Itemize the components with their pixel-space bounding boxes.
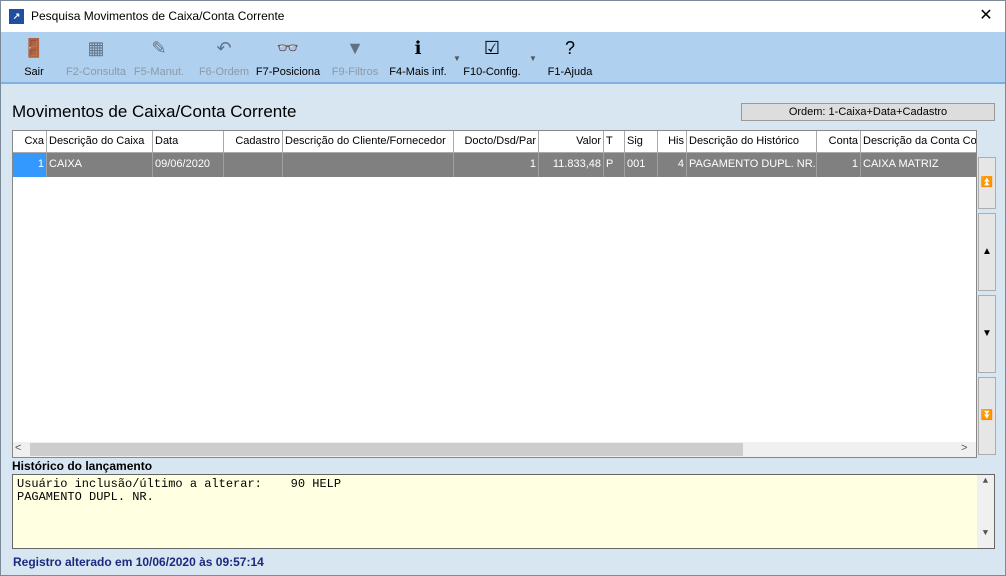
table-row[interactable]: 1 CAIXA 09/06/2020 1 11.833,48 P 001 4 PAGAMENTO… <box>13 153 976 177</box>
table-cell: 001 <box>625 153 658 177</box>
toolbar-button-f4-mais-inf-[interactable]: ℹ F4-Mais inf. <box>385 34 451 82</box>
search-grid-icon: ▦ <box>87 38 105 58</box>
next-page-button[interactable]: ▼ <box>978 295 996 373</box>
column-header[interactable]: Conta <box>817 131 861 152</box>
memo-scrollbar[interactable]: ▲ ▼ <box>977 475 994 548</box>
help-icon: ? <box>564 38 575 58</box>
title-bar: ↗ Pesquisa Movimentos de Caixa/Conta Cor… <box>1 1 1005 32</box>
column-header[interactable]: Descrição do Histórico <box>687 131 817 152</box>
column-header[interactable]: Docto/Dsd/Par <box>454 131 539 152</box>
toolbar-button-f9-filtros[interactable]: ▼ F9-Filtros <box>327 34 383 82</box>
column-header[interactable]: T <box>604 131 625 152</box>
table-cell <box>283 153 454 177</box>
table-cell: 1 <box>817 153 861 177</box>
table-cell: 1 <box>454 153 539 177</box>
binoculars-icon: 👓 <box>276 38 300 58</box>
column-header[interactable]: Descrição do Caixa <box>47 131 153 152</box>
dropdown-arrow-icon[interactable]: ▼ <box>453 54 461 63</box>
info-icon: ℹ <box>414 38 422 58</box>
toolbar-button-f10-config-[interactable]: ☑ F10-Config. <box>459 34 525 82</box>
toolbar-button-label: F5-Manut. <box>133 66 185 78</box>
exit-door-icon: 🚪 <box>22 38 46 58</box>
first-record-button[interactable]: ⏫ <box>978 157 996 209</box>
previous-page-button[interactable]: ▲ <box>978 213 996 291</box>
toolbar-button-f6-ordem[interactable]: ↶ F6-Ordem <box>195 34 253 82</box>
scroll-right-icon[interactable]: > <box>961 442 967 454</box>
movements-grid[interactable]: Cxa Descrição do Caixa Data Cadastro Descriç… <box>12 130 977 458</box>
order-indicator[interactable]: Ordem: 1-Caixa+Data+Cadastro <box>741 103 995 121</box>
table-cell: 4 <box>658 153 687 177</box>
history-label: Histórico do lançamento <box>12 459 153 473</box>
toolbar-button-label: F2-Consulta <box>66 66 126 78</box>
app-icon: ↗ <box>9 9 24 24</box>
status-text: Registro alterado em 10/06/2020 às 09:57… <box>13 555 264 569</box>
table-cell: PAGAMENTO DUPL. NR. <box>687 153 817 177</box>
checklist-icon: ☑ <box>483 38 501 58</box>
history-text: Usuário inclusão/último a alterar: 90 HE… <box>17 477 342 504</box>
toolbar: 🚪 Sair ▦ F2-Consulta ✎ F5-Manut. ↶ F6-Ordem 👓 F7-… <box>1 32 1005 84</box>
column-header[interactable]: His <box>658 131 687 152</box>
table-cell: P <box>604 153 625 177</box>
scroll-thumb[interactable] <box>30 443 743 456</box>
table-cell: CAIXA <box>47 153 153 177</box>
edit-pencil-icon: ✎ <box>151 38 167 58</box>
toolbar-button-f1-ajuda[interactable]: ? F1-Ajuda <box>543 34 597 82</box>
grid-header: Cxa Descrição do Caixa Data Cadastro Descriç… <box>13 131 976 153</box>
toolbar-button-sair[interactable]: 🚪 Sair <box>11 34 57 82</box>
toolbar-button-label: F1-Ajuda <box>547 66 593 78</box>
table-cell: CAIXA MATRIZ <box>861 153 976 177</box>
funnel-icon: ▼ <box>346 38 364 58</box>
toolbar-button-label: F10-Config. <box>463 66 521 78</box>
column-header[interactable]: Cadastro <box>224 131 283 152</box>
toolbar-button-f7-posiciona[interactable]: 👓 F7-Posiciona <box>255 34 321 82</box>
last-record-button[interactable]: ⏬ <box>978 377 996 455</box>
toolbar-button-label: Sair <box>24 66 44 78</box>
scroll-left-icon[interactable]: < <box>15 442 21 454</box>
horizontal-scrollbar[interactable]: < > <box>13 442 976 457</box>
column-header[interactable]: Descrição da Conta Co <box>861 131 976 152</box>
table-cell <box>224 153 283 177</box>
window-title: Pesquisa Movimentos de Caixa/Conta Corre… <box>31 9 285 23</box>
table-cell: 11.833,48 <box>539 153 604 177</box>
column-header[interactable]: Sig <box>625 131 658 152</box>
column-header[interactable]: Descrição do Cliente/Fornecedor <box>283 131 454 152</box>
history-memo[interactable]: Usuário inclusão/último a alterar: 90 HE… <box>12 474 995 549</box>
toolbar-button-f5-manut-[interactable]: ✎ F5-Manut. <box>131 34 187 82</box>
toolbar-button-label: F6-Ordem <box>198 66 250 78</box>
table-cell: 1 <box>13 153 47 177</box>
close-button[interactable]: ✕ <box>971 5 1001 27</box>
toolbar-button-label: F9-Filtros <box>331 66 379 78</box>
dropdown-arrow-icon[interactable]: ▼ <box>529 54 537 63</box>
page-title: Movimentos de Caixa/Conta Corrente <box>12 102 297 121</box>
toolbar-button-f2-consulta[interactable]: ▦ F2-Consulta <box>63 34 129 82</box>
toolbar-button-label: F4-Mais inf. <box>389 66 447 78</box>
column-header[interactable]: Cxa <box>13 131 47 152</box>
table-cell: 09/06/2020 <box>153 153 224 177</box>
toolbar-button-label: F7-Posiciona <box>255 66 321 78</box>
column-header[interactable]: Valor <box>539 131 604 152</box>
undo-arrow-icon: ↶ <box>216 38 232 58</box>
column-header[interactable]: Data <box>153 131 224 152</box>
